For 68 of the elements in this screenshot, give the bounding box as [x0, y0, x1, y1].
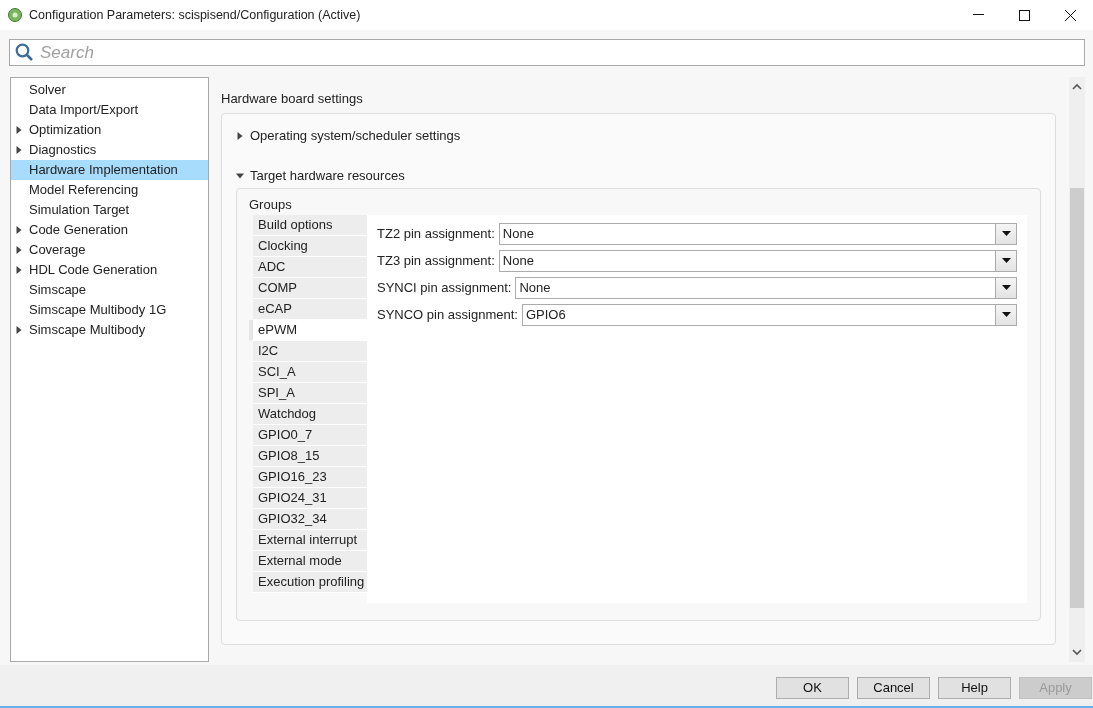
tree-item[interactable]: Simscape Multibody: [11, 320, 208, 340]
group-tab[interactable]: Build options: [253, 215, 367, 236]
dropdown[interactable]: None: [498, 222, 1017, 245]
scroll-up-icon[interactable]: [1072, 83, 1082, 90]
expand-arrow-icon[interactable]: [15, 266, 23, 274]
group-tab[interactable]: External mode: [253, 551, 367, 572]
expand-arrow-icon[interactable]: [236, 131, 244, 140]
group-tab[interactable]: I2C: [253, 341, 367, 362]
tree-item[interactable]: Hardware Implementation: [11, 160, 208, 180]
group-tab[interactable]: GPIO0_7: [253, 425, 367, 446]
collapse-arrow-icon[interactable]: [236, 171, 244, 180]
group-tab[interactable]: COMP: [253, 278, 367, 299]
group-tab[interactable]: SCI_A: [253, 362, 367, 383]
tree-item[interactable]: Coverage: [11, 240, 208, 260]
group-tab[interactable]: Clocking: [253, 236, 367, 257]
dropdown-caret-icon[interactable]: [1001, 285, 1011, 290]
tree-item[interactable]: Simscape Multibody 1G: [11, 300, 208, 320]
group-tab[interactable]: ADC: [253, 257, 367, 278]
field-label: SYNCI pin assignment:: [377, 278, 512, 297]
section-title[interactable]: Operating system/scheduler settings: [250, 125, 461, 146]
tree-item[interactable]: Data Import/Export: [11, 100, 208, 120]
dropdown[interactable]: GPIO6: [521, 303, 1017, 326]
expand-arrow-icon[interactable]: [15, 146, 23, 154]
dropdown-caret-icon[interactable]: [1001, 312, 1011, 317]
section-heading: Hardware board settings: [221, 90, 364, 108]
tree-item[interactable]: Code Generation: [11, 220, 208, 240]
app-icon: [7, 7, 23, 23]
scrollbar[interactable]: [1069, 77, 1085, 662]
group-tab[interactable]: External interrupt: [253, 530, 367, 551]
group-tab[interactable]: GPIO8_15: [253, 446, 367, 467]
scroll-down-icon[interactable]: [1072, 649, 1082, 656]
section-title[interactable]: Target hardware resources: [250, 165, 405, 186]
group-tab[interactable]: GPIO32_34: [253, 509, 367, 530]
dropdown-caret-icon[interactable]: [1001, 231, 1011, 236]
expand-arrow-icon[interactable]: [15, 226, 23, 234]
close-icon[interactable]: [1064, 9, 1076, 21]
tree-item[interactable]: Optimization: [11, 120, 208, 140]
dropdown[interactable]: None: [515, 276, 1017, 299]
group-tab[interactable]: Watchdog: [253, 404, 367, 425]
tree-item[interactable]: HDL Code Generation: [11, 260, 208, 280]
tree-item[interactable]: Model Referencing: [11, 180, 208, 200]
dropdown-caret-icon[interactable]: [1001, 258, 1011, 263]
dialog-button[interactable]: Help: [938, 676, 1011, 699]
expand-arrow-icon[interactable]: [15, 246, 23, 254]
dialog-button[interactable]: OK: [776, 676, 849, 699]
field-label: TZ2 pin assignment:: [377, 224, 495, 243]
expand-arrow-icon[interactable]: [15, 126, 23, 134]
tree-item[interactable]: Solver: [11, 80, 208, 100]
expand-arrow-icon[interactable]: [15, 326, 23, 334]
tree-item[interactable]: Diagnostics: [11, 140, 208, 160]
group-tab[interactable]: GPIO16_23: [253, 467, 367, 488]
group-tab[interactable]: ePWM: [249, 320, 367, 341]
groups-label: Groups: [249, 195, 293, 214]
field-label: TZ3 pin assignment:: [377, 251, 495, 270]
search-icon: [15, 43, 34, 62]
tree-item[interactable]: Simscape: [11, 280, 208, 300]
group-tab[interactable]: SPI_A: [253, 383, 367, 404]
group-tab[interactable]: eCAP: [253, 299, 367, 320]
scrollbar-thumb[interactable]: [1070, 188, 1084, 608]
minimize-icon[interactable]: [972, 14, 984, 16]
window-title: Configuration Parameters: scispisend/Configuration (Active): [29, 6, 361, 24]
group-tab[interactable]: GPIO24_31: [253, 488, 367, 509]
maximize-icon[interactable]: [1018, 9, 1030, 21]
dropdown[interactable]: None: [498, 249, 1017, 272]
dialog-button[interactable]: Cancel: [857, 676, 930, 699]
group-tab[interactable]: Execution profiling: [253, 572, 367, 593]
tree-item[interactable]: Simulation Target: [11, 200, 208, 220]
field-label: SYNCO pin assignment:: [377, 305, 518, 324]
